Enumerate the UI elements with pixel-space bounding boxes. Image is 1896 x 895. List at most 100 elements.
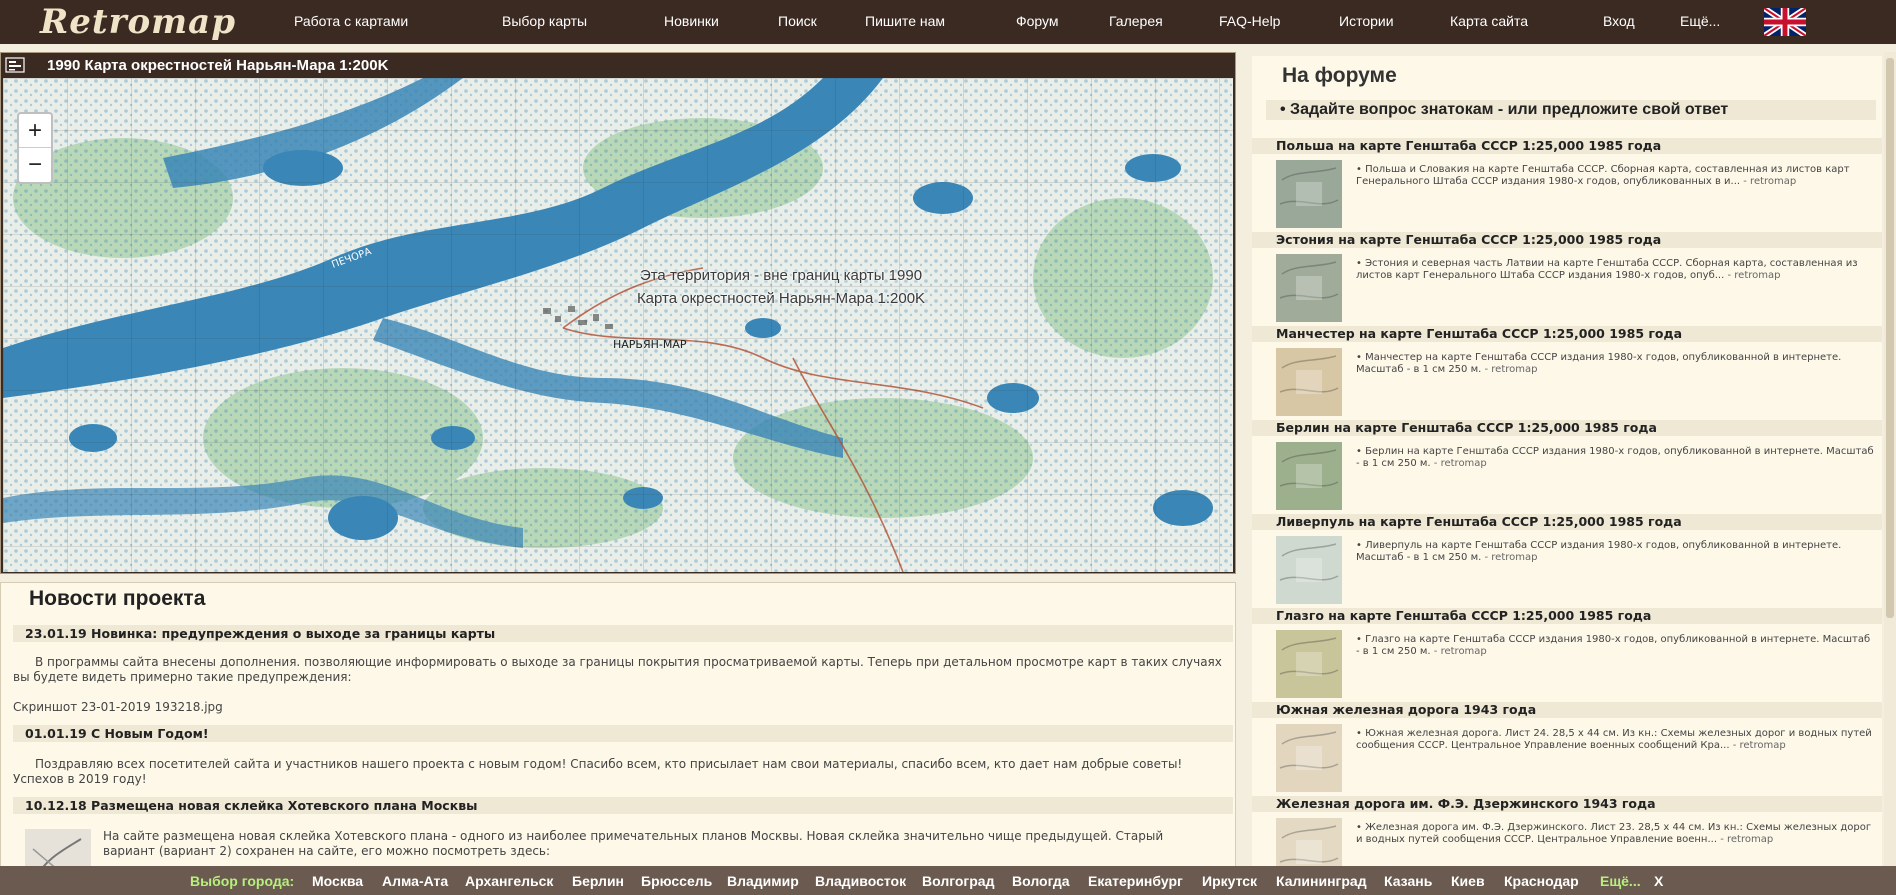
nav-item-more[interactable]: Ещё...	[1680, 13, 1720, 29]
city-link-yekaterinburg[interactable]: Екатеринбург	[1088, 873, 1183, 889]
city-link-almaty[interactable]: Алма-Ата	[382, 873, 448, 889]
news-heading: Новости проекта	[29, 587, 206, 610]
nav-item-contact[interactable]: Пишите нам	[865, 13, 945, 29]
forum-item-description-text: • Манчестер на карте Генштаба СССР издан…	[1356, 352, 1842, 375]
forum-item-thumbnail[interactable]	[1276, 348, 1342, 416]
close-citybar-button[interactable]: X	[1654, 873, 1663, 889]
city-link-krasnodar[interactable]: Краснодар	[1504, 873, 1579, 889]
nav-item-search[interactable]: Поиск	[778, 13, 817, 29]
forum-item-description: • Железная дорога им. Ф.Э. Дзержинского.…	[1356, 822, 1876, 846]
layers-menu-icon[interactable]	[5, 57, 25, 73]
map-label-naryan-mar: НАРЬЯН-МАР	[613, 338, 687, 351]
map-thumbnail-image	[1279, 637, 1339, 676]
forum-item-thumbnail[interactable]	[1276, 724, 1342, 792]
city-link-vologda[interactable]: Вологда	[1012, 873, 1070, 889]
city-link-kiev[interactable]: Киев	[1451, 873, 1485, 889]
map-thumbnail-image	[1279, 261, 1339, 300]
forum-item-description-text: • Ливерпуль на карте Генштаба СССР издан…	[1356, 540, 1842, 563]
news-item-body: В программы сайта внесены дополнения. по…	[13, 655, 1222, 684]
forum-item-title[interactable]: Берлин на карте Генштаба СССР 1:25,000 1…	[1252, 420, 1882, 436]
news-item-thumbnail[interactable]	[25, 829, 91, 867]
map-titlebar: 1990 Карта окрестностей Нарьян-Мара 1:20…	[1, 53, 1235, 77]
forum-item-title[interactable]: Ливерпуль на карте Генштаба СССР 1:25,00…	[1252, 514, 1882, 530]
city-link-kaliningrad[interactable]: Калининград	[1276, 873, 1367, 889]
map-title: 1990 Карта окрестностей Нарьян-Мара 1:20…	[47, 57, 389, 74]
forum-item-title[interactable]: Польша на карте Генштаба СССР 1:25,000 1…	[1252, 138, 1882, 154]
city-link-berlin[interactable]: Берлин	[572, 873, 624, 889]
forum-item-description: • Польша и Словакия на карте Генштаба СС…	[1356, 164, 1876, 188]
forum-item-title[interactable]: Южная железная дорога 1943 года	[1252, 702, 1882, 718]
nav-item-sitemap[interactable]: Карта сайта	[1450, 13, 1528, 29]
map-thumbnail-image	[1279, 449, 1339, 488]
nav-item-maps-work[interactable]: Работа с картами	[294, 13, 408, 29]
forum-item-source: - retromap	[1433, 646, 1487, 657]
nav-item-forum[interactable]: Форум	[1016, 13, 1059, 29]
forum-item-title[interactable]: Эстония на карте Генштаба СССР 1:25,000 …	[1252, 232, 1882, 248]
city-link-arkhangelsk[interactable]: Архангельск	[465, 873, 553, 889]
forum-item-thumbnail[interactable]	[1276, 160, 1342, 228]
forum-item-thumbnail[interactable]	[1276, 254, 1342, 322]
city-link-vladimir[interactable]: Владимир	[727, 873, 799, 889]
page-scrollbar-thumb[interactable]	[1886, 58, 1894, 618]
news-item-title[interactable]: 23.01.19 Новинка: предупреждения о выход…	[13, 625, 1233, 642]
map-thumbnail-image	[1279, 167, 1339, 206]
forum-ask-link[interactable]: • Задайте вопрос знатокам - или предложи…	[1266, 100, 1876, 120]
zoom-control: + −	[17, 112, 53, 184]
map-thumbnail-image	[25, 829, 91, 867]
forum-item-source: - retromap	[1433, 458, 1487, 469]
city-link-moscow[interactable]: Москва	[312, 873, 363, 889]
nav-item-gallery[interactable]: Галерея	[1109, 13, 1163, 29]
zoom-out-button[interactable]: −	[19, 148, 51, 182]
nav-item-faq[interactable]: FAQ-Help	[1219, 13, 1280, 29]
forum-item-thumbnail[interactable]	[1276, 818, 1342, 868]
forum-item-source: - retromap	[1720, 834, 1774, 845]
map-panel: 1990 Карта окрестностей Нарьян-Мара 1:20…	[0, 52, 1236, 574]
nav-item-stories[interactable]: Истории	[1339, 13, 1394, 29]
forum-item-title[interactable]: Манчестер на карте Генштаба СССР 1:25,00…	[1252, 326, 1882, 342]
uk-flag-icon[interactable]	[1764, 8, 1806, 36]
news-item-title[interactable]: 01.01.19 С Новым Годом!	[13, 725, 1233, 742]
page-scrollbar[interactable]	[1884, 52, 1896, 868]
nav-item-login[interactable]: Вход	[1603, 13, 1635, 29]
forum-item-description: • Манчестер на карте Генштаба СССР издан…	[1356, 352, 1876, 376]
forum-item-thumbnail[interactable]	[1276, 442, 1342, 510]
forum-item-description-text: • Южная железная дорога. Лист 24. 28,5 х…	[1356, 728, 1872, 751]
news-panel: Новости проекта 23.01.19 Новинка: предуп…	[0, 582, 1236, 868]
forum-item-thumbnail[interactable]	[1276, 630, 1342, 698]
nav-item-new[interactable]: Новинки	[664, 13, 719, 29]
forum-item-source: - retromap	[1727, 270, 1781, 281]
city-link-volgograd[interactable]: Волгоград	[922, 873, 994, 889]
city-link-irkutsk[interactable]: Иркутск	[1202, 873, 1257, 889]
map-thumbnail-image	[1279, 731, 1339, 770]
top-navigation: Retromap Работа с картами Выбор карты Но…	[0, 0, 1896, 44]
forum-item-description: • Глазго на карте Генштаба СССР издания …	[1356, 634, 1876, 658]
city-selector-bar: Выбор города: Москва Алма-Ата Архангельс…	[0, 866, 1896, 895]
news-item-title[interactable]: 10.12.18 Размещена новая склейка Хотевск…	[13, 797, 1233, 814]
city-more-link[interactable]: Ещё...	[1600, 873, 1641, 889]
forum-heading: На форуме	[1282, 64, 1397, 87]
news-item-attachment[interactable]: Скриншот 23-01-2019 193218.jpg	[13, 700, 1223, 715]
forum-item-title[interactable]: Железная дорога им. Ф.Э. Дзержинского 19…	[1252, 796, 1882, 812]
news-item-body: Поздравляю всех посетителей сайта и учас…	[13, 757, 1183, 786]
city-selector-label: Выбор города:	[190, 873, 295, 889]
city-link-vladivostok[interactable]: Владивосток	[815, 873, 906, 889]
topographic-map-image: НАРЬЯН-МАР ПЕЧОРА	[3, 78, 1233, 572]
forum-item-title[interactable]: Глазго на карте Генштаба СССР 1:25,000 1…	[1252, 608, 1882, 624]
forum-item-source: - retromap	[1484, 552, 1538, 563]
city-link-brussels[interactable]: Брюссель	[641, 873, 712, 889]
city-link-kazan[interactable]: Казань	[1384, 873, 1432, 889]
forum-item-source: - retromap	[1732, 740, 1786, 751]
map-canvas[interactable]: НАРЬЯН-МАР ПЕЧОРА + − Эта территория - в…	[3, 78, 1233, 572]
forum-panel: На форуме • Задайте вопрос знатокам - ил…	[1252, 56, 1882, 868]
forum-item-source: - retromap	[1484, 364, 1538, 375]
forum-item-thumbnail[interactable]	[1276, 536, 1342, 604]
map-thumbnail-image	[1279, 355, 1339, 394]
map-thumbnail-image	[1279, 543, 1339, 582]
map-thumbnail-image	[1279, 825, 1339, 864]
forum-item-description: • Эстония и северная часть Латвии на кар…	[1356, 258, 1876, 282]
zoom-in-button[interactable]: +	[19, 114, 51, 148]
site-logo[interactable]: Retromap	[40, 2, 236, 42]
forum-item-description: • Берлин на карте Генштаба СССР издания …	[1356, 446, 1876, 470]
nav-item-choose-map[interactable]: Выбор карты	[502, 13, 587, 29]
forum-item-source: - retromap	[1743, 176, 1797, 187]
